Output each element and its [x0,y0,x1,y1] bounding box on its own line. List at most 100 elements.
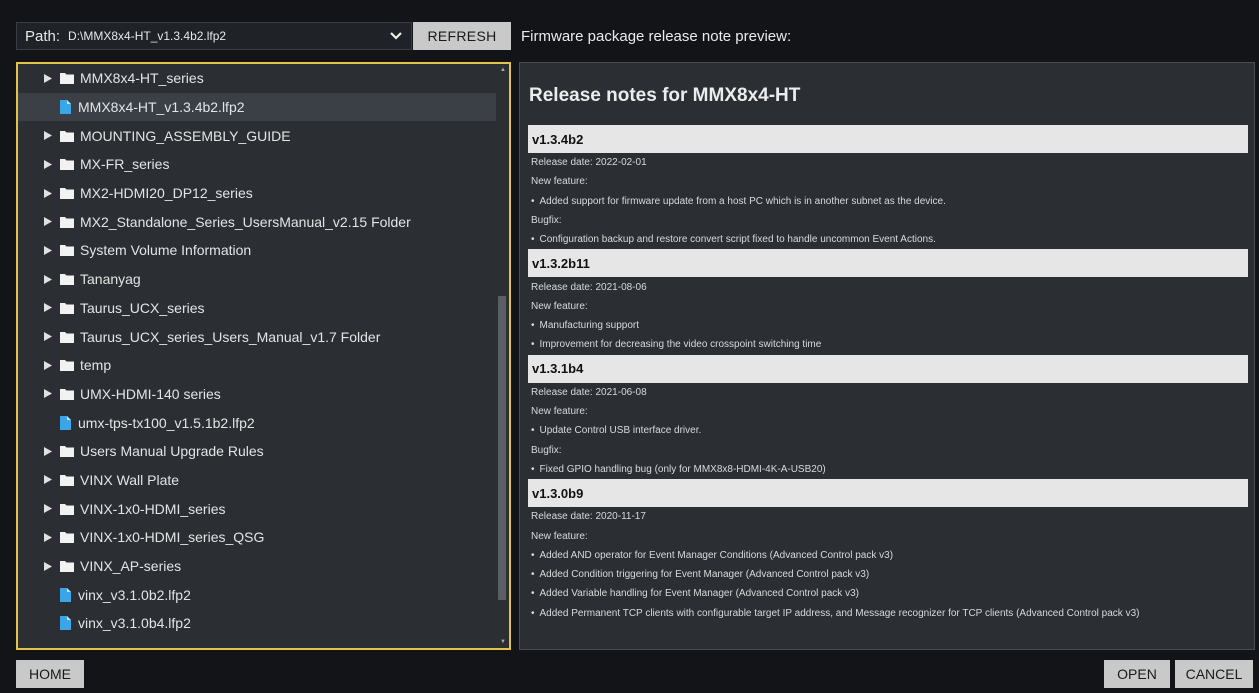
expand-arrow-icon[interactable] [44,274,52,284]
cancel-button[interactable]: CANCEL [1175,660,1253,688]
file-icon [60,616,71,631]
tree-item-label: MMX8x4-HT_series [80,70,204,87]
bullet-icon: • [531,463,535,475]
release-note-bullet: • Update Control USB interface driver. [528,421,1248,440]
release-note-bullet: • Fixed GPIO handling bug (only for MMX8x… [528,460,1248,479]
expand-arrow-icon[interactable] [44,504,52,514]
tree-folder-item[interactable]: MOUNTING_ASSEMBLY_GUIDE [18,121,498,150]
tree-item-label: vinx_v3.1.0b4.lfp2 [78,615,191,632]
path-selector[interactable]: Path: D:\MMX8x4-HT_v1.3.4b2.lfp2 [16,22,412,50]
bullet-icon: • [531,234,535,246]
refresh-button[interactable]: REFRESH [413,22,511,50]
tree-item-label: MX-FR_series [80,156,170,173]
folder-icon [60,245,74,257]
tree-file-item[interactable]: MMX8x4-HT_v1.3.4b2.lfp2 [18,92,498,122]
expand-arrow-icon[interactable] [44,131,52,141]
chevron-down-icon[interactable] [389,29,403,43]
version-header: v1.3.2b11 [528,249,1248,278]
release-note-line: Bugfix: [531,444,562,456]
tree-folder-item[interactable]: Tananyag [18,265,498,294]
release-note-bullet: • Added support for firmware update from … [528,192,1248,211]
tree-folder-item[interactable]: temp [18,351,498,380]
tree-item-label: Taurus_UCX_series_Users_Manual_v1.7 Fold… [80,328,381,345]
release-note-line: Release date: 2021-08-06 [531,281,647,293]
tree-folder-item[interactable]: Users Manual Upgrade Rules [18,437,498,466]
expand-arrow-icon[interactable] [44,188,52,198]
tree-item-label: vinx_v3.1.0b2.lfp2 [78,586,191,603]
path-label: Path: [25,27,61,45]
scroll-up-icon[interactable]: ▲ [500,67,506,73]
bullet-icon: • [531,339,535,351]
release-note-text: Added Permanent TCP clients with configu… [539,607,1140,619]
folder-icon [60,130,74,142]
release-note-line: New feature: [531,406,588,418]
path-value[interactable]: D:\MMX8x4-HT_v1.3.4b2.lfp2 [68,29,226,43]
release-note-text: Configuration backup and restore convert… [539,234,936,246]
expand-arrow-icon[interactable] [44,389,52,399]
tree-item-label: umx-tps-tx100_v1.5.1b2.lfp2 [78,414,255,431]
bullet-icon: • [531,195,535,207]
tree-folder-item[interactable]: VINX_AP-series [18,552,498,581]
release-note-bullet: • Added Variable handling for Event Manag… [528,584,1248,603]
release-note-line: Bugfix: [531,215,562,227]
scrollbar-thumb[interactable] [498,296,506,600]
expand-arrow-icon[interactable] [44,245,52,255]
folder-icon [60,474,74,486]
tree-item-label: UMX-HDMI-140 series [80,385,221,402]
tree-folder-item[interactable]: VINX-1x0-HDMI_series_QSG [18,523,498,552]
tree-folder-item[interactable]: MMX8x4-HT_series [18,64,498,93]
tree-item-label: MOUNTING_ASSEMBLY_GUIDE [80,127,291,144]
version-header: v1.3.4b2 [528,125,1248,153]
home-button[interactable]: HOME [16,660,84,688]
tree-item-label: temp [80,357,112,374]
bullet-icon: • [531,569,535,581]
tree-folder-item[interactable]: MX2-HDMI20_DP12_series [18,179,498,208]
expand-arrow-icon[interactable] [44,332,52,342]
tree-file-item[interactable]: vinx_v3.1.0b2.lfp2 [18,580,498,609]
tree-item-label: MX2-HDMI20_DP12_series [80,185,253,202]
tree-item-label: VINX-1x0-HDMI_series [80,500,226,517]
tree-folder-item[interactable]: MX-FR_series [18,150,498,179]
tree-folder-item[interactable]: UMX-HDMI-140 series [18,380,498,409]
expand-arrow-icon[interactable] [44,217,52,227]
expand-arrow-icon[interactable] [44,561,52,571]
tree-folder-item[interactable]: VINX Wall Plate [18,466,498,495]
expand-arrow-icon[interactable] [44,532,52,542]
expand-arrow-icon[interactable] [44,475,52,485]
open-button[interactable]: OPEN [1104,660,1170,688]
scrollbar[interactable]: ▲ ▼ [496,64,509,648]
tree-folder-item[interactable]: Taurus_UCX_series [18,294,498,323]
tree-item-label: System Volume Information [80,242,252,259]
expand-arrow-icon[interactable] [44,303,52,313]
expand-arrow-icon[interactable] [44,159,52,169]
tree-folder-item[interactable]: VINX-1x0-HDMI_series [18,494,498,523]
tree-item-label: Users Manual Upgrade Rules [80,443,264,460]
bullet-icon: • [531,588,535,600]
folder-icon [60,274,74,286]
tree-item-label: Tananyag [80,271,141,288]
tree-file-item[interactable]: vinx_v3.1.0b4.lfp2 [18,609,498,638]
release-note-text: Update Control USB interface driver. [539,425,702,437]
preview-title: Firmware package release note preview: [521,28,792,45]
scroll-down-icon[interactable]: ▼ [500,639,506,645]
release-note-bullet: • Added AND operator for Event Manager Co… [528,546,1248,565]
file-tree-list: MMX8x4-HT_series MMX8x4-HT_v1.3.4b2.lfp2 M… [18,64,498,638]
expand-arrow-icon[interactable] [44,73,52,83]
bullet-icon: • [531,549,535,561]
release-note-line: New feature: [531,300,588,312]
tree-folder-item[interactable]: Taurus_UCX_series_Users_Manual_v1.7 Fold… [18,322,498,351]
tree-item-label: MMX8x4-HT_v1.3.4b2.lfp2 [78,99,245,116]
tree-file-item[interactable]: umx-tps-tx100_v1.5.1b2.lfp2 [18,408,498,437]
folder-icon [60,159,74,171]
file-icon [60,587,71,602]
expand-arrow-icon[interactable] [44,446,52,456]
version-header: v1.3.1b4 [528,354,1248,383]
firmware-upload-dialog: Path: D:\MMX8x4-HT_v1.3.4b2.lfp2 REFRESH… [0,0,1259,693]
expand-arrow-icon[interactable] [44,360,52,370]
tree-folder-item[interactable]: System Volume Information [18,236,498,265]
release-notes-title: Release notes for MMX8x4-HT [529,85,801,106]
release-note-text: Added AND operator for Event Manager Con… [539,549,894,561]
tree-folder-item[interactable]: MX2_Standalone_Series_UsersManual_v2.15 … [18,207,498,236]
folder-icon [60,561,74,573]
file-tree[interactable]: MMX8x4-HT_series MMX8x4-HT_v1.3.4b2.lfp2 M… [16,62,511,650]
